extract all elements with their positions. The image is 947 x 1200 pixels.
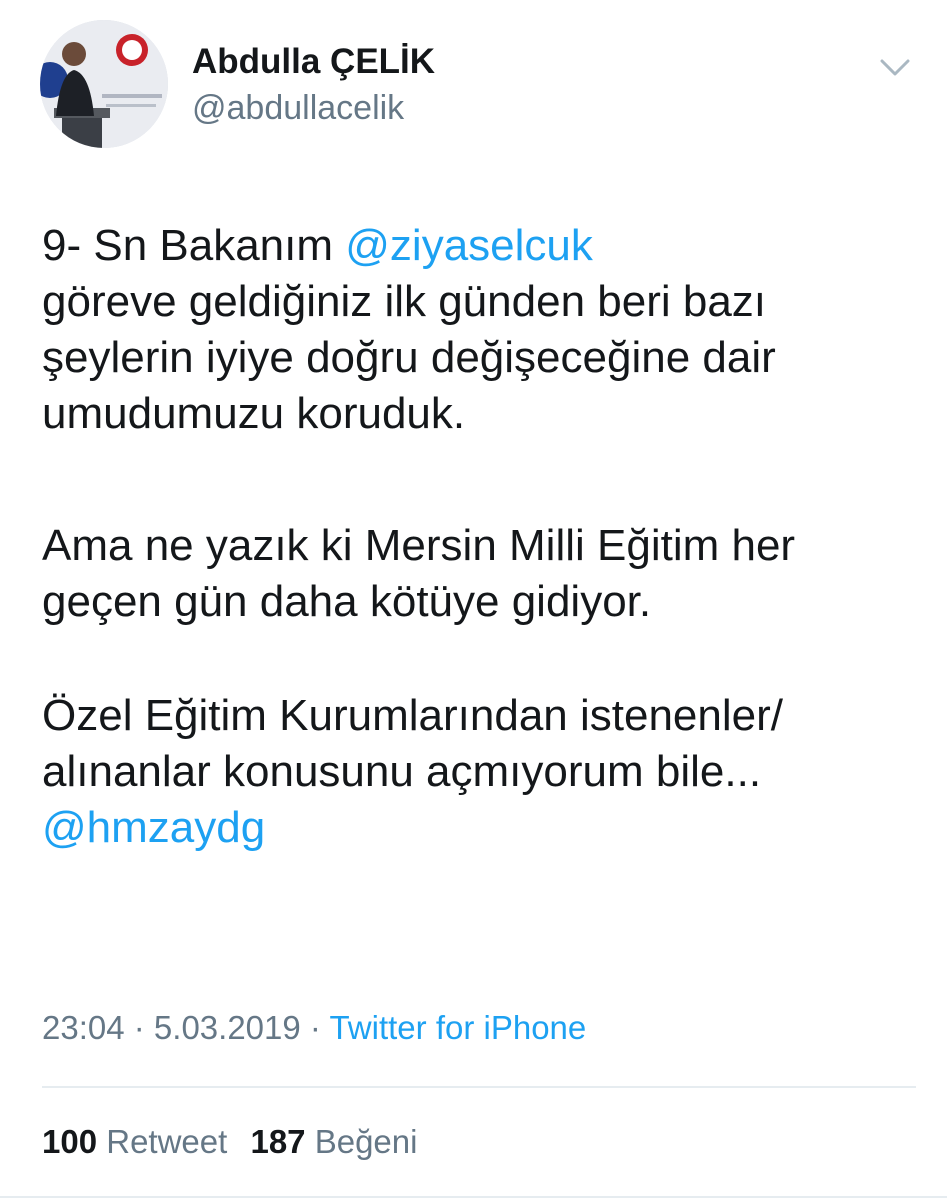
mention-link-ziyaselcuk[interactable]: @ziyaselcuk: [345, 221, 593, 270]
divider: [42, 1086, 916, 1088]
avatar[interactable]: [40, 20, 168, 148]
chevron-down-icon[interactable]: [876, 52, 914, 82]
user-handle[interactable]: @abdullacelik: [192, 88, 404, 128]
retweet-label: Retweet: [106, 1123, 228, 1160]
retweet-count: 100: [42, 1123, 98, 1160]
like-count: 187: [250, 1123, 306, 1160]
meta-separator: ·: [124, 1009, 154, 1046]
like-stat[interactable]: 187 Beğeni: [250, 1123, 417, 1160]
tweet-paragraph-3: Özel Eğitim Kurumlarından istenenler/ al…: [42, 691, 783, 796]
meta-separator: ·: [300, 1009, 330, 1046]
tweet-date[interactable]: 5.03.2019: [154, 1009, 301, 1046]
divider: [0, 1196, 947, 1198]
tweet-paragraph-1: 9- Sn Bakanım @ziyaselcuk göreve geldiğin…: [42, 218, 922, 518]
tweet-text: 9- Sn Bakanım @ziyaselcuk göreve geldiğin…: [42, 218, 922, 856]
tweet-paragraph-2: Ama ne yazık ki Mersin Milli Eğitim her …: [42, 521, 796, 626]
like-label: Beğeni: [314, 1123, 418, 1160]
profile-photo-icon: [40, 20, 168, 148]
tweet-meta: 23:04 · 5.03.2019 · Twitter for iPhone: [42, 1006, 586, 1050]
retweet-stat[interactable]: 100 Retweet: [42, 1123, 227, 1160]
tweet-source-link[interactable]: Twitter for iPhone: [329, 1009, 586, 1046]
tweet-text-fragment: göreve geldiğiniz ilk günden beri bazı ş…: [42, 277, 776, 438]
mention-link-hmzaydg[interactable]: @hmzaydg: [42, 803, 265, 852]
tweet-text-fragment: 9- Sn Bakanım: [42, 221, 346, 270]
tweet-time[interactable]: 23:04: [42, 1009, 125, 1046]
tweet-stats: 100 Retweet 187 Beğeni: [42, 1120, 417, 1164]
tweet-paragraph-4: @hmzaydg: [42, 800, 922, 856]
display-name[interactable]: Abdulla ÇELİK: [192, 42, 435, 82]
